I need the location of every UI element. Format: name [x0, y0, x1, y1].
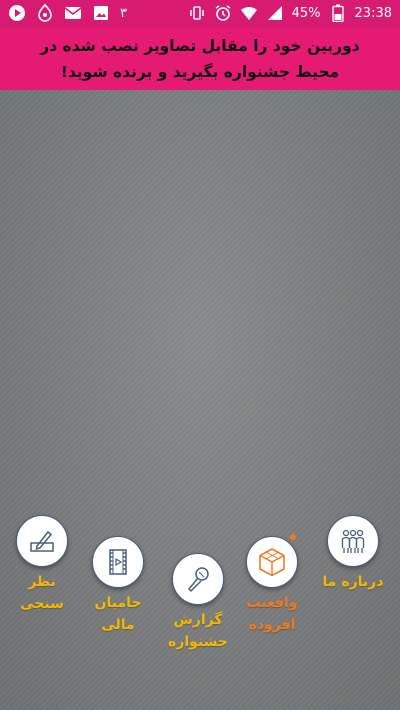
menu-sponsors-label-1: حامیان [94, 595, 142, 611]
image-icon [92, 4, 110, 22]
app-icon [36, 4, 54, 22]
battery-percent: 45% [291, 5, 321, 21]
menu-poll-label-2: سنجی [20, 596, 64, 612]
film-icon [92, 536, 144, 588]
banner-line-1: دوربین خود را مقابل تصاویر نصب شده در [40, 37, 360, 55]
cube-icon [246, 536, 298, 588]
menu-about-label: درباره ما [322, 574, 384, 590]
notification-count: ۳ [120, 5, 127, 21]
status-bar: ۳ 45% 23:38 [0, 0, 400, 28]
menu-ar-label-2: افزوده [248, 617, 296, 633]
wifi-icon [240, 4, 258, 22]
menu-sponsors-label-2: مالی [101, 617, 135, 633]
microphone-icon [172, 553, 224, 605]
banner-line-2: محیط جشنواره بگیرید و برنده شوید! [60, 63, 340, 81]
menu-report-label-2: جشنواره [168, 634, 228, 650]
signal-icon [266, 4, 284, 22]
menu-ar-label-1: واقعیت [246, 595, 298, 611]
menu-ar-button[interactable]: واقعیت افزوده [240, 534, 304, 636]
people-icon [327, 515, 379, 567]
menu-sponsors-button[interactable]: حامیان مالی [90, 536, 146, 636]
active-indicator [290, 534, 296, 540]
menu-poll-label-1: نظر [28, 574, 56, 590]
menu-report-button[interactable]: گزارش جشنواره [160, 553, 236, 653]
vibrate-icon [188, 4, 206, 22]
alarm-icon [214, 4, 232, 22]
pencil-icon [16, 515, 68, 567]
battery-icon [329, 4, 347, 22]
instruction-banner: دوربین خود را مقابل تصاویر نصب شده در مح… [0, 28, 400, 90]
menu-about-button[interactable]: درباره ما [318, 515, 388, 593]
play-icon [8, 4, 26, 22]
mail-icon [64, 4, 82, 22]
menu-poll-button[interactable]: نظر سنجی [14, 515, 70, 615]
menu-report-label-1: گزارش [173, 612, 223, 628]
clock: 23:38 [354, 5, 392, 21]
